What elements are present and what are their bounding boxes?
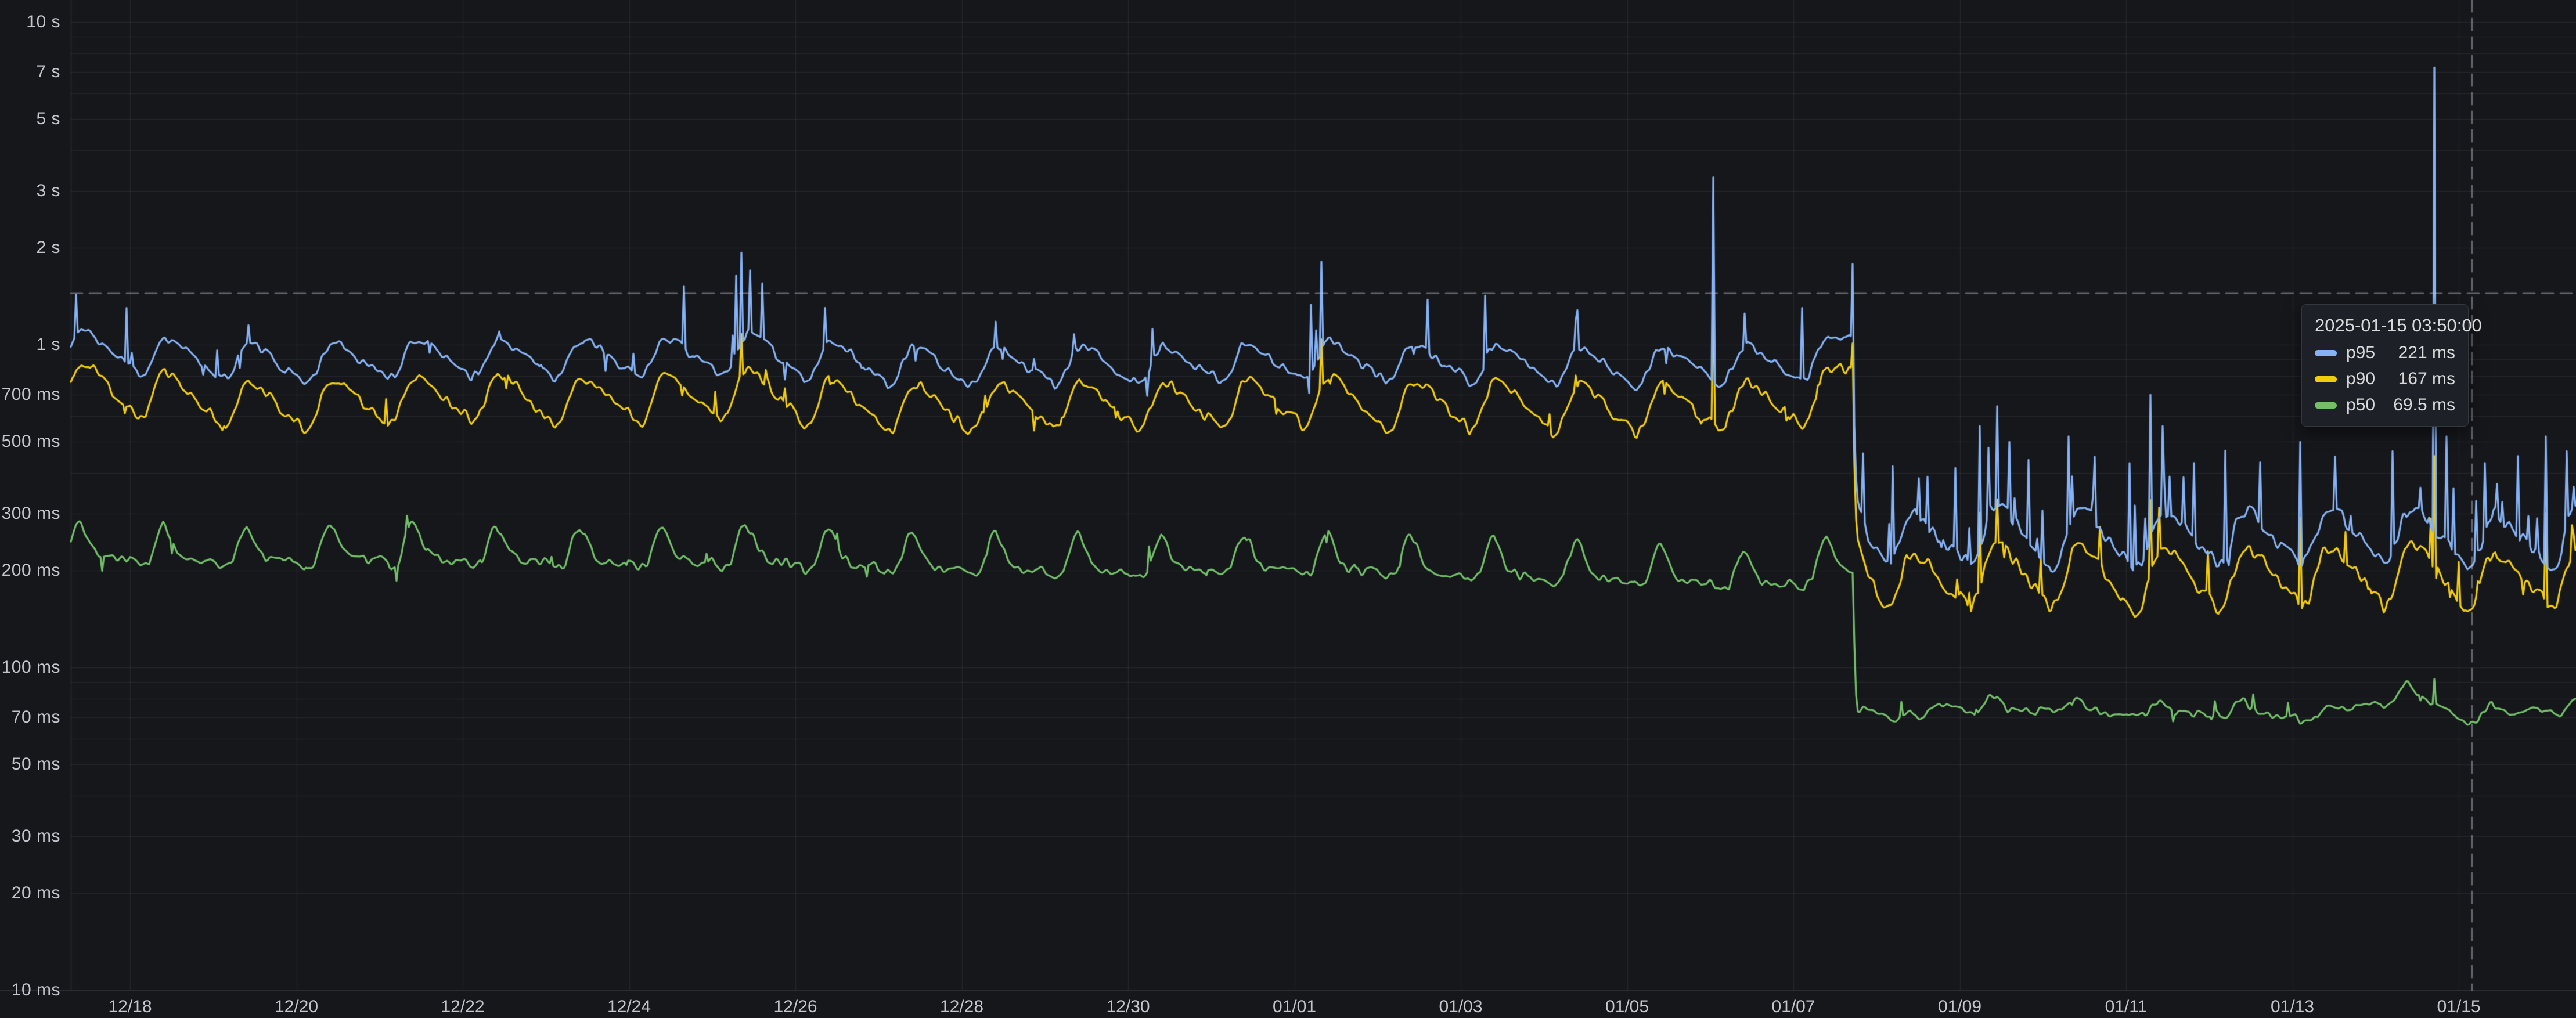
x-axis-label: 12/18 xyxy=(84,997,176,1017)
x-axis-label: 01/09 xyxy=(1914,997,2006,1017)
x-axis-label: 12/26 xyxy=(749,997,842,1017)
x-axis-label: 01/15 xyxy=(2412,997,2505,1017)
x-axis-label: 12/28 xyxy=(916,997,1008,1017)
tooltip-timestamp: 2025-01-15 03:50:00 xyxy=(2315,314,2455,337)
hover-tooltip: 2025-01-15 03:50:00 p95 221 ms p90 167 m… xyxy=(2301,304,2469,427)
x-axis-label: 12/24 xyxy=(583,997,676,1017)
x-axis-label: 01/13 xyxy=(2246,997,2339,1017)
y-axis-label: 7 s xyxy=(0,62,60,82)
x-axis-label: 12/22 xyxy=(416,997,509,1017)
y-axis-label: 200 ms xyxy=(0,561,60,580)
y-axis-label: 300 ms xyxy=(0,504,60,524)
y-axis-label: 30 ms xyxy=(0,826,60,846)
tooltip-row-p95: p95 221 ms xyxy=(2315,342,2455,363)
p50-series-label: p50 xyxy=(2346,395,2375,416)
y-axis-label: 700 ms xyxy=(0,385,60,405)
p95-series-value: 221 ms xyxy=(2398,342,2455,363)
x-axis-label: 01/11 xyxy=(2080,997,2173,1017)
x-axis-label: 01/03 xyxy=(1414,997,1507,1017)
x-axis-label: 12/20 xyxy=(250,997,343,1017)
time-series-plot[interactable] xyxy=(0,0,2576,1018)
x-axis-label: 01/05 xyxy=(1581,997,1674,1017)
y-axis-label: 3 s xyxy=(0,181,60,201)
latency-chart-panel: 10 s 7 s 5 s 3 s 2 s 1 s 700 ms 500 ms 300 ms 200… xyxy=(0,0,2576,1018)
y-axis-label: 20 ms xyxy=(0,883,60,903)
y-axis-label: 10 s xyxy=(0,12,60,32)
p90-series-swatch xyxy=(2315,376,2337,382)
tooltip-row-p90: p90 167 ms xyxy=(2315,369,2455,389)
p50-series-swatch xyxy=(2315,402,2337,409)
y-axis-label: 100 ms xyxy=(0,658,60,677)
p95-series-swatch xyxy=(2315,350,2337,356)
p90-series-value: 167 ms xyxy=(2398,369,2455,389)
y-axis-label: 500 ms xyxy=(0,432,60,452)
y-axis-label: 2 s xyxy=(0,238,60,258)
p50-series-value: 69.5 ms xyxy=(2393,395,2455,416)
p95-series-label: p95 xyxy=(2346,342,2375,363)
y-axis-label: 10 ms xyxy=(0,980,60,1000)
x-axis-label: 01/01 xyxy=(1248,997,1341,1017)
y-axis-label: 50 ms xyxy=(0,755,60,774)
x-axis-label: 01/07 xyxy=(1747,997,1840,1017)
y-axis-label: 70 ms xyxy=(0,707,60,727)
y-axis-label: 1 s xyxy=(0,335,60,355)
latency-dashboard: { "panel": {"name": "response-time-perce… xyxy=(0,0,2576,1018)
p90-series-label: p90 xyxy=(2346,369,2375,389)
y-axis-label: 5 s xyxy=(0,109,60,129)
x-axis-label: 12/30 xyxy=(1082,997,1174,1017)
tooltip-row-p50: p50 69.5 ms xyxy=(2315,395,2455,416)
